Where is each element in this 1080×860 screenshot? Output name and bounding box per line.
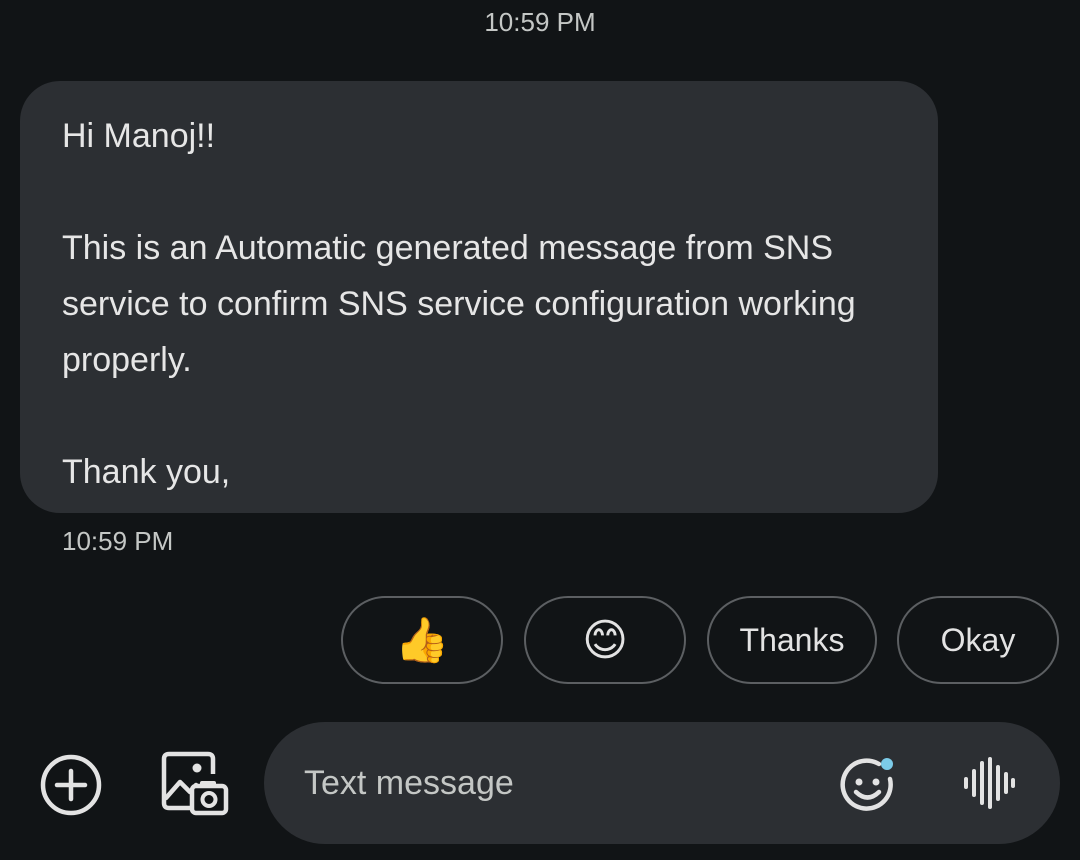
gallery-camera-icon xyxy=(161,751,229,816)
message-timestamp: 10:59 PM xyxy=(62,526,174,556)
emoji-button[interactable] xyxy=(838,755,898,815)
text-message-input[interactable] xyxy=(304,752,804,814)
add-circle-icon xyxy=(40,754,102,816)
thumbs-up-emoji-icon: 👍 xyxy=(394,616,450,665)
add-attachment-button[interactable] xyxy=(38,752,104,818)
gallery-camera-button[interactable] xyxy=(158,748,230,820)
compose-bar xyxy=(264,722,1060,844)
voice-message-button[interactable] xyxy=(960,755,1016,811)
smart-reply-okay[interactable]: Okay xyxy=(897,596,1059,684)
message-text: Hi Manoj!! This is an Automatic generate… xyxy=(62,117,856,491)
conversation-timestamp: 10:59 PM xyxy=(484,7,596,37)
incoming-message-bubble[interactable]: Hi Manoj!! This is an Automatic generate… xyxy=(20,81,938,513)
voice-waveform-icon xyxy=(964,757,1015,809)
smart-reply-thanks[interactable]: Thanks xyxy=(707,596,877,684)
emoji-icon xyxy=(840,758,893,811)
smart-reply-thumbs-up[interactable]: 👍 xyxy=(341,596,503,684)
smiling-face-emoji-icon: 😊 xyxy=(582,615,628,665)
smart-reply-label: Thanks xyxy=(739,621,845,658)
smart-reply-label: Okay xyxy=(940,621,1016,658)
smart-reply-smile[interactable]: 😊 xyxy=(524,596,686,684)
